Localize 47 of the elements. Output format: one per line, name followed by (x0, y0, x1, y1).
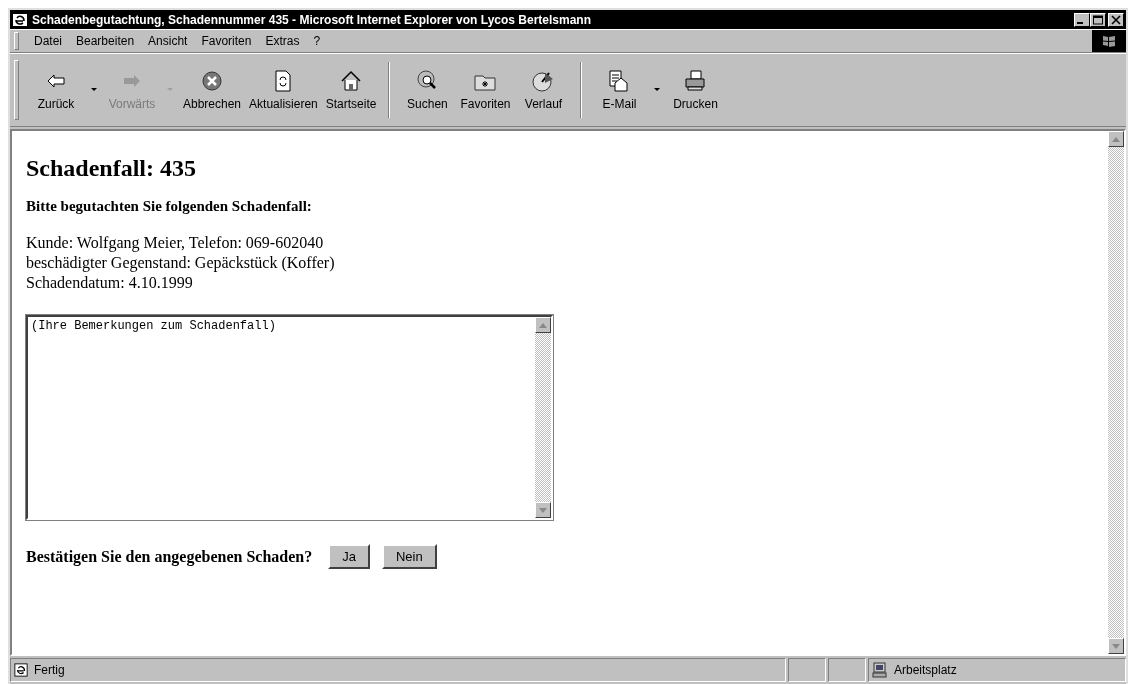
status-panel (788, 658, 826, 682)
window-title: Schadenbegutachtung, Schadennummer 435 - Microsoft Internet Explorer von Lycos Bertelsmann (32, 12, 592, 27)
instruction-text: Bitte begutachten Sie folgenden Schadenfall: (26, 198, 313, 215)
toolbar-button[interactable]: Startseite (321, 67, 381, 113)
toolbar-button[interactable]: Favoriten (456, 67, 515, 113)
menu-item[interactable]: Bearbeiten (69, 34, 142, 48)
maximize-button[interactable] (1090, 12, 1106, 27)
close-button[interactable] (1108, 12, 1124, 27)
answer-button[interactable]: Nein (382, 544, 437, 569)
detail-line: Kunde: Wolfgang Meier, Telefon: 069-602040 (26, 233, 325, 253)
toolbar-button[interactable]: Drucken (666, 67, 725, 113)
printer-icon (683, 69, 708, 93)
down-arrow-icon[interactable] (1112, 643, 1120, 649)
close-icon (1110, 14, 1122, 25)
menu-item[interactable]: ? (306, 34, 328, 48)
scrollbar[interactable] (1108, 131, 1124, 654)
computer-icon (872, 662, 888, 678)
dropdown-caret-icon[interactable] (654, 88, 661, 92)
page-icon (14, 663, 28, 677)
toolbar-button[interactable]: Abbrechen (179, 67, 246, 113)
minimize-icon (1077, 22, 1083, 24)
status-text: Fertig (34, 663, 65, 677)
up-arrow-icon[interactable] (1112, 136, 1120, 142)
maximize-icon (1092, 14, 1104, 25)
stop-icon (200, 69, 224, 93)
remarks-field[interactable]: (Ihre Bemerkungen zum Schadenfall) (26, 315, 553, 520)
toolbar-button[interactable]: Suchen (398, 67, 457, 113)
menu-item[interactable]: Extras (258, 34, 307, 48)
menu-item[interactable]: Ansicht (141, 34, 195, 48)
page-heading: Schadenfall: 435 (26, 155, 197, 182)
menu-item[interactable]: Datei (27, 34, 69, 48)
status-panel (828, 658, 866, 682)
answer-button[interactable]: Ja (328, 544, 370, 569)
question-text: Bestätigen Sie den angegebenen Schaden? (26, 547, 313, 566)
menu-item[interactable]: Favoriten (194, 34, 259, 48)
zone-text: Arbeitsplatz (894, 663, 957, 677)
toolbar-button[interactable]: Aktualisieren (245, 67, 322, 113)
detail-line: beschädigter Gegenstand: Gepäckstück (Koffer) (26, 253, 336, 273)
dropdown-caret-icon[interactable] (91, 88, 97, 92)
minimize-button[interactable] (1074, 12, 1090, 27)
toolbar-button[interactable]: E-Mail (590, 67, 649, 113)
toolbar-button[interactable]: Verlauf (514, 67, 573, 113)
detail-line: Schadendatum: 4.10.1999 (26, 273, 194, 293)
down-arrow-icon[interactable] (539, 507, 547, 513)
up-arrow-icon[interactable] (539, 322, 547, 328)
scrollbar[interactable] (535, 317, 551, 518)
toolbar-button[interactable]: Zurück (27, 67, 85, 113)
